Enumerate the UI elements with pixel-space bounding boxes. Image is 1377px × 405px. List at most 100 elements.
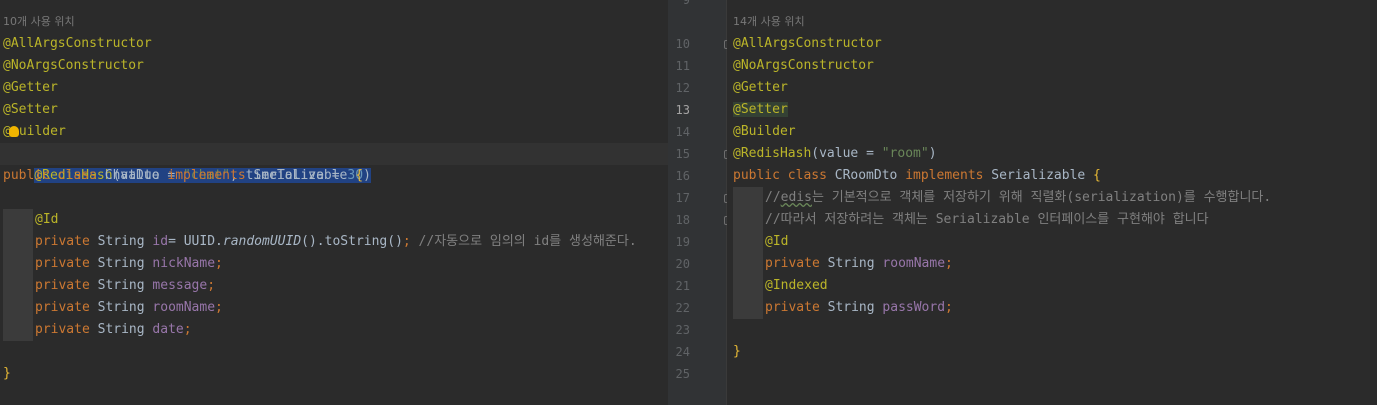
keyword: private — [35, 256, 98, 271]
keyword: private — [35, 322, 98, 337]
annotation: @Setter — [3, 102, 58, 117]
code-line[interactable]: //edis는 기본적으로 객체를 저장하기 위해 직렬화(serializat… — [765, 187, 1377, 209]
current-line[interactable]: @RedisHash(value = "chat", timeToLive = … — [0, 143, 668, 183]
code-line[interactable]: @Id — [35, 209, 668, 231]
type-name: String — [97, 322, 153, 337]
lightbulb-icon[interactable] — [8, 126, 19, 137]
line-number: 11 — [675, 59, 690, 73]
field-name: message — [152, 278, 208, 293]
semicolon: ; — [183, 322, 192, 337]
code-token: ().toString() — [301, 234, 403, 249]
code-token: (value = — [811, 146, 882, 161]
keyword: private — [765, 256, 828, 271]
brace: { — [355, 168, 364, 183]
code-line[interactable]: public class CRoomDto implements Seriali… — [733, 165, 1377, 187]
indent-guide — [733, 187, 763, 319]
code-line[interactable]: } — [3, 363, 668, 385]
code-line[interactable]: private String roomName; — [765, 253, 1377, 275]
annotation: @Getter — [733, 80, 788, 95]
annotation: @Indexed — [765, 278, 828, 293]
code-line[interactable]: } — [733, 341, 1377, 363]
usage-hint[interactable]: 10개 사용 위치 — [3, 11, 668, 33]
keyword: public class — [3, 168, 105, 183]
line-number: 24 — [675, 345, 690, 359]
line-number: 14 — [675, 125, 690, 139]
semicolon: ; — [215, 256, 223, 271]
annotation: @Setter — [733, 102, 788, 117]
keyword: implements — [167, 168, 254, 183]
keyword: private — [35, 234, 98, 249]
code-line[interactable]: @NoArgsConstructor — [3, 55, 668, 77]
semicolon: ; — [945, 256, 953, 271]
code-line[interactable]: @ uilder — [3, 121, 668, 143]
code-line[interactable]: @Getter — [733, 77, 1377, 99]
code-line[interactable]: public class ChatDto implements Serializ… — [3, 165, 668, 187]
code-line[interactable]: private String id= UUID.randomUUID().toS… — [35, 231, 668, 253]
comment: // — [765, 190, 781, 205]
code-token: = UUID. — [168, 234, 223, 249]
comment: //자동으로 임의의 id를 생성해준다. — [410, 234, 637, 249]
code-token: ) — [928, 146, 937, 161]
semicolon: ; — [402, 234, 411, 249]
type-name: String — [97, 234, 153, 249]
code-line[interactable]: @Setter — [3, 99, 668, 121]
semicolon: ; — [207, 278, 216, 293]
annotation: @RedisHash — [733, 146, 812, 161]
code-line[interactable]: @RedisHash(value = "room") — [733, 143, 1377, 165]
line-number: 16 — [675, 169, 690, 183]
code-line[interactable]: private String nickName; — [35, 253, 668, 275]
semicolon: ; — [215, 300, 223, 315]
string-literal: "room" — [881, 146, 929, 161]
annotation: @Getter — [3, 80, 58, 95]
line-number: 19 — [675, 235, 690, 249]
brace: } — [3, 366, 11, 381]
code-line[interactable]: private String message; — [35, 275, 668, 297]
code-line[interactable]: @Getter — [3, 77, 668, 99]
annotation: @Id — [35, 212, 59, 227]
code-line[interactable]: @Setter — [733, 99, 1377, 121]
left-editor-pane[interactable]: 10개 사용 위치 @AllArgsConstructor @NoArgsCon… — [0, 0, 668, 405]
comment: 는 기본적으로 객체를 저장하기 위해 직렬화(serialization)를 … — [811, 190, 1272, 205]
code-line[interactable]: @Indexed — [765, 275, 1377, 297]
field-name: roomName — [882, 256, 946, 271]
code-line[interactable]: @NoArgsConstructor — [733, 55, 1377, 77]
annotation: @Builder — [733, 124, 796, 139]
annotation: @NoArgsConstructor — [3, 58, 144, 73]
usage-hint[interactable]: 14개 사용 위치 — [733, 11, 1377, 33]
code-line[interactable]: //따라서 저장하려는 객체는 Serializable 인터페이스를 구현해야… — [765, 209, 1377, 231]
annotation: @AllArgsConstructor — [733, 36, 882, 51]
line-number: 20 — [675, 257, 690, 271]
interface-name: Serializable — [991, 168, 1094, 183]
annotation: uilder — [18, 124, 66, 139]
code-line[interactable]: @AllArgsConstructor — [3, 33, 668, 55]
class-name: CRoomDto — [834, 168, 906, 183]
line-number: 13 — [675, 103, 690, 117]
type-name: String — [827, 300, 883, 315]
code-line[interactable]: @Id — [765, 231, 1377, 253]
code-line[interactable]: @Builder — [733, 121, 1377, 143]
line-number: 25 — [675, 367, 690, 381]
code-line[interactable]: private String roomName; — [35, 297, 668, 319]
right-editor-pane[interactable]: 14개 사용 위치 @AllArgsConstructor @NoArgsCon… — [727, 0, 1377, 405]
line-number: 23 — [675, 323, 690, 337]
semicolon: ; — [945, 300, 953, 315]
indent-guide — [3, 209, 33, 341]
typo-warning[interactable]: edis — [781, 190, 812, 205]
code-line[interactable]: private String date; — [35, 319, 668, 341]
field-name: roomName — [152, 300, 216, 315]
type-name: String — [827, 256, 883, 271]
code-line[interactable]: private String passWord; — [765, 297, 1377, 319]
code-line[interactable]: @AllArgsConstructor — [733, 33, 1377, 55]
line-number: 12 — [675, 81, 690, 95]
type-name: String — [97, 256, 153, 271]
interface-name: Serializable — [253, 168, 356, 183]
type-name: String — [97, 300, 153, 315]
keyword: private — [35, 300, 98, 315]
annotation: @NoArgsConstructor — [733, 58, 874, 73]
line-number: 21 — [675, 279, 690, 293]
line-number-gutter[interactable]: 9 10 11 12 13 14 15 16 17 18 19 20 21 22… — [668, 0, 733, 405]
keyword: implements — [905, 168, 992, 183]
annotation: @Id — [765, 234, 789, 249]
field-name: id — [152, 234, 169, 249]
keyword: public class — [733, 168, 835, 183]
